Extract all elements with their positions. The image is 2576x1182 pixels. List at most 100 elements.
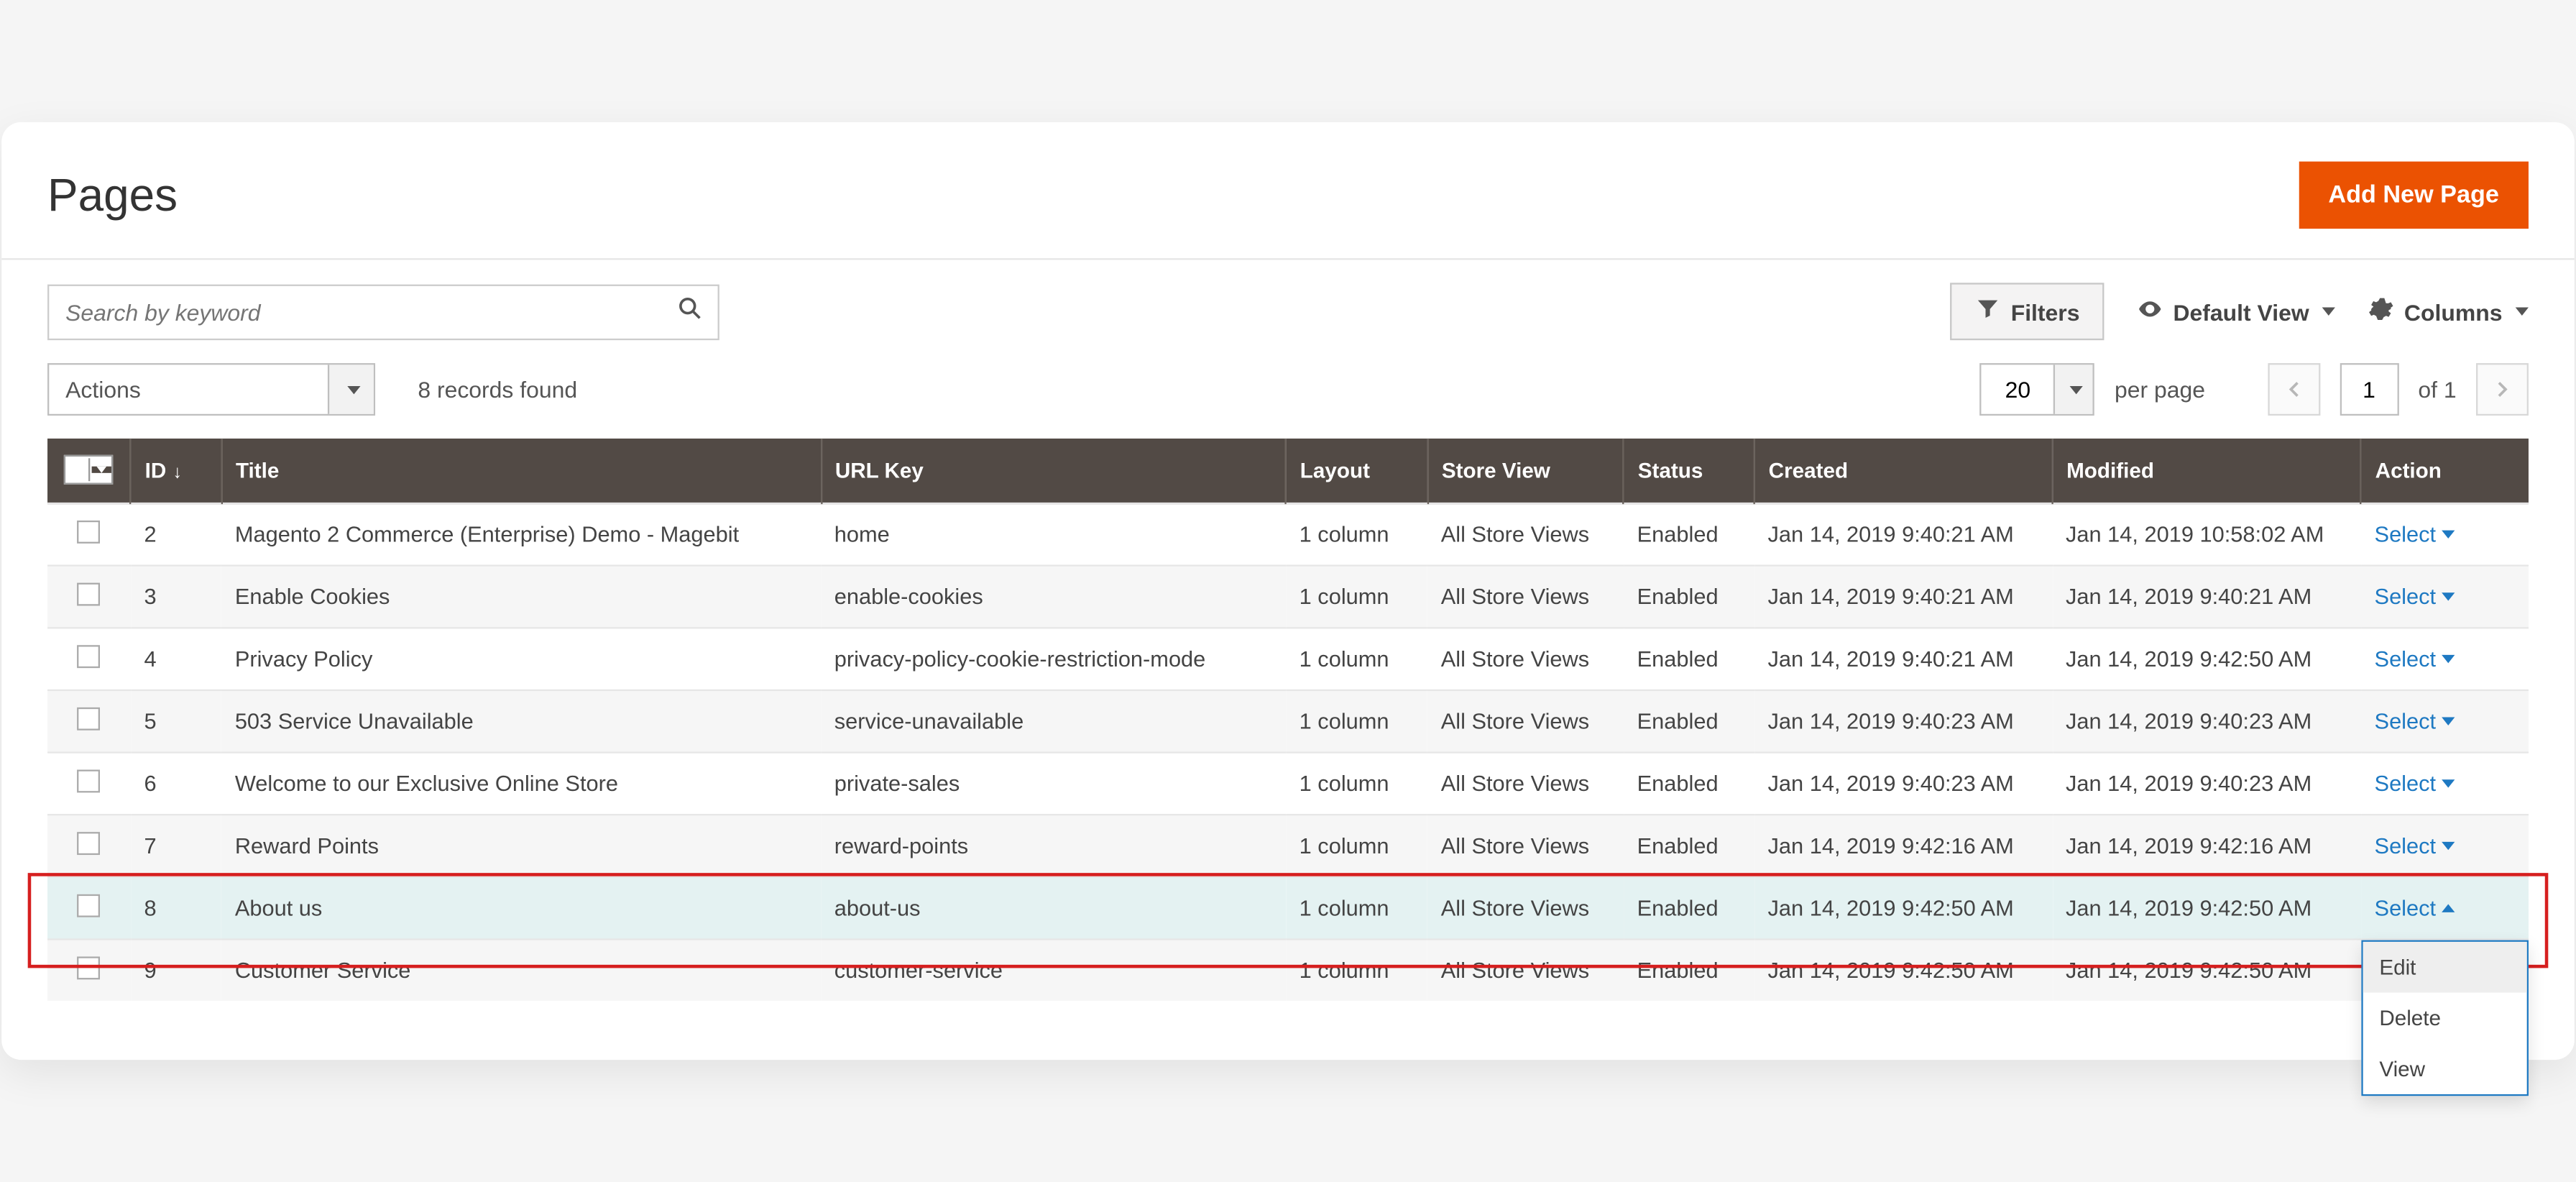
cell-url_key: enable-cookies bbox=[821, 566, 1286, 628]
chevron-down-icon bbox=[2442, 531, 2455, 539]
col-layout[interactable]: Layout bbox=[1286, 439, 1427, 503]
cell-title: Customer Service bbox=[222, 940, 822, 1002]
columns-label: Columns bbox=[2404, 298, 2503, 324]
search-input[interactable] bbox=[47, 284, 719, 340]
select-action-link[interactable]: Select bbox=[2375, 522, 2456, 546]
page-input[interactable] bbox=[2340, 363, 2398, 416]
cell-store_view: All Store Views bbox=[1427, 566, 1624, 628]
cell-url_key: privacy-policy-cookie-restriction-mode bbox=[821, 628, 1286, 690]
col-title[interactable]: Title bbox=[222, 439, 822, 503]
table-row[interactable]: 8About usabout-us1 columnAll Store Views… bbox=[47, 877, 2529, 940]
col-modified[interactable]: Modified bbox=[2053, 439, 2362, 503]
chevron-left-icon bbox=[2286, 381, 2302, 398]
cell-title: Reward Points bbox=[222, 815, 822, 877]
select-action-link[interactable]: Select bbox=[2375, 833, 2456, 858]
cell-title: Privacy Policy bbox=[222, 628, 822, 690]
page-size-toggle[interactable] bbox=[2054, 365, 2094, 413]
select-label: Select bbox=[2375, 709, 2437, 733]
select-action-link[interactable]: Select bbox=[2375, 896, 2456, 920]
table-row[interactable]: 7Reward Pointsreward-points1 columnAll S… bbox=[47, 815, 2529, 877]
cell-id: 6 bbox=[131, 753, 221, 815]
col-select-all[interactable] bbox=[47, 439, 131, 503]
filters-button[interactable]: Filters bbox=[1950, 283, 2104, 340]
cell-id: 2 bbox=[131, 503, 221, 566]
page-size-select[interactable]: 20 bbox=[1980, 363, 2095, 416]
row-checkbox[interactable] bbox=[78, 956, 101, 979]
col-url-key[interactable]: URL Key bbox=[821, 439, 1286, 503]
row-checkbox[interactable] bbox=[78, 770, 101, 793]
cell-created: Jan 14, 2019 9:40:21 AM bbox=[1754, 503, 2052, 566]
cell-url_key: about-us bbox=[821, 877, 1286, 940]
cell-status: Enabled bbox=[1624, 628, 1754, 690]
col-store-view[interactable]: Store View bbox=[1427, 439, 1624, 503]
col-id[interactable]: ID↓ bbox=[131, 439, 221, 503]
cell-title: Magento 2 Commerce (Enterprise) Demo - M… bbox=[222, 503, 822, 566]
cell-store_view: All Store Views bbox=[1427, 940, 1624, 1002]
pages-grid: ID↓ Title URL Key Layout Store View Stat… bbox=[47, 439, 2529, 1001]
table-row[interactable]: 2Magento 2 Commerce (Enterprise) Demo - … bbox=[47, 503, 2529, 566]
row-checkbox[interactable] bbox=[78, 894, 101, 917]
cell-title: Enable Cookies bbox=[222, 566, 822, 628]
col-status[interactable]: Status bbox=[1624, 439, 1754, 503]
action-delete[interactable]: Delete bbox=[2363, 991, 2527, 1043]
select-action-link[interactable]: Select bbox=[2375, 647, 2456, 672]
cell-store_view: All Store Views bbox=[1427, 503, 1624, 566]
add-new-page-button[interactable]: Add New Page bbox=[2299, 162, 2529, 229]
of-total: of 1 bbox=[2418, 376, 2456, 402]
default-view-button[interactable]: Default View bbox=[2137, 296, 2335, 327]
cell-modified: Jan 14, 2019 9:42:50 AM bbox=[2053, 940, 2362, 1002]
per-page-label: per page bbox=[2115, 376, 2205, 402]
cell-created: Jan 14, 2019 9:42:50 AM bbox=[1754, 940, 2052, 1002]
chevron-down-icon bbox=[2069, 385, 2082, 393]
records-found: 8 records found bbox=[418, 376, 577, 402]
cell-action: Select bbox=[2361, 877, 2529, 940]
cell-action: Select bbox=[2361, 503, 2529, 566]
cell-status: Enabled bbox=[1624, 690, 1754, 753]
page-title: Pages bbox=[47, 169, 178, 221]
funnel-icon bbox=[1975, 296, 2001, 327]
row-checkbox[interactable] bbox=[78, 521, 101, 544]
next-page-button[interactable] bbox=[2476, 363, 2529, 416]
table-row[interactable]: 5503 Service Unavailableservice-unavaila… bbox=[47, 690, 2529, 753]
chevron-down-icon bbox=[2442, 842, 2455, 850]
row-checkbox[interactable] bbox=[78, 832, 101, 855]
cell-status: Enabled bbox=[1624, 815, 1754, 877]
prev-page-button[interactable] bbox=[2268, 363, 2320, 416]
select-action-link[interactable]: Select bbox=[2375, 585, 2456, 609]
select-label: Select bbox=[2375, 771, 2437, 796]
row-checkbox[interactable] bbox=[78, 707, 101, 730]
table-row[interactable]: 3Enable Cookiesenable-cookies1 columnAll… bbox=[47, 566, 2529, 628]
cell-url_key: reward-points bbox=[821, 815, 1286, 877]
cell-created: Jan 14, 2019 9:42:16 AM bbox=[1754, 815, 2052, 877]
cell-modified: Jan 14, 2019 9:40:23 AM bbox=[2053, 753, 2362, 815]
cell-modified: Jan 14, 2019 9:40:23 AM bbox=[2053, 690, 2362, 753]
col-created[interactable]: Created bbox=[1754, 439, 2052, 503]
table-row[interactable]: 9Customer Servicecustomer-service1 colum… bbox=[47, 940, 2529, 1002]
select-all-checkbox[interactable] bbox=[64, 455, 113, 485]
action-view[interactable]: View bbox=[2363, 1043, 2527, 1094]
select-action-link[interactable]: Select bbox=[2375, 709, 2456, 733]
cell-title: 503 Service Unavailable bbox=[222, 690, 822, 753]
cell-status: Enabled bbox=[1624, 877, 1754, 940]
cell-store_view: All Store Views bbox=[1427, 690, 1624, 753]
cell-id: 8 bbox=[131, 877, 221, 940]
cell-store_view: All Store Views bbox=[1427, 753, 1624, 815]
cell-created: Jan 14, 2019 9:40:21 AM bbox=[1754, 566, 2052, 628]
cell-store_view: All Store Views bbox=[1427, 877, 1624, 940]
filters-label: Filters bbox=[2011, 298, 2080, 324]
table-row[interactable]: 6Welcome to our Exclusive Online Storepr… bbox=[47, 753, 2529, 815]
select-action-link[interactable]: Select bbox=[2375, 771, 2456, 796]
cell-id: 4 bbox=[131, 628, 221, 690]
col-action[interactable]: Action bbox=[2361, 439, 2529, 503]
row-checkbox[interactable] bbox=[78, 583, 101, 606]
actions-toggle[interactable] bbox=[328, 365, 374, 413]
action-edit[interactable]: Edit bbox=[2363, 941, 2527, 992]
table-row[interactable]: 4Privacy Policyprivacy-policy-cookie-res… bbox=[47, 628, 2529, 690]
actions-select[interactable]: Actions bbox=[47, 363, 375, 416]
columns-button[interactable]: Columns bbox=[2368, 296, 2529, 327]
cell-layout: 1 column bbox=[1286, 503, 1427, 566]
cell-status: Enabled bbox=[1624, 940, 1754, 1002]
row-checkbox[interactable] bbox=[78, 645, 101, 668]
sort-desc-icon: ↓ bbox=[172, 463, 182, 482]
cell-modified: Jan 14, 2019 9:42:16 AM bbox=[2053, 815, 2362, 877]
